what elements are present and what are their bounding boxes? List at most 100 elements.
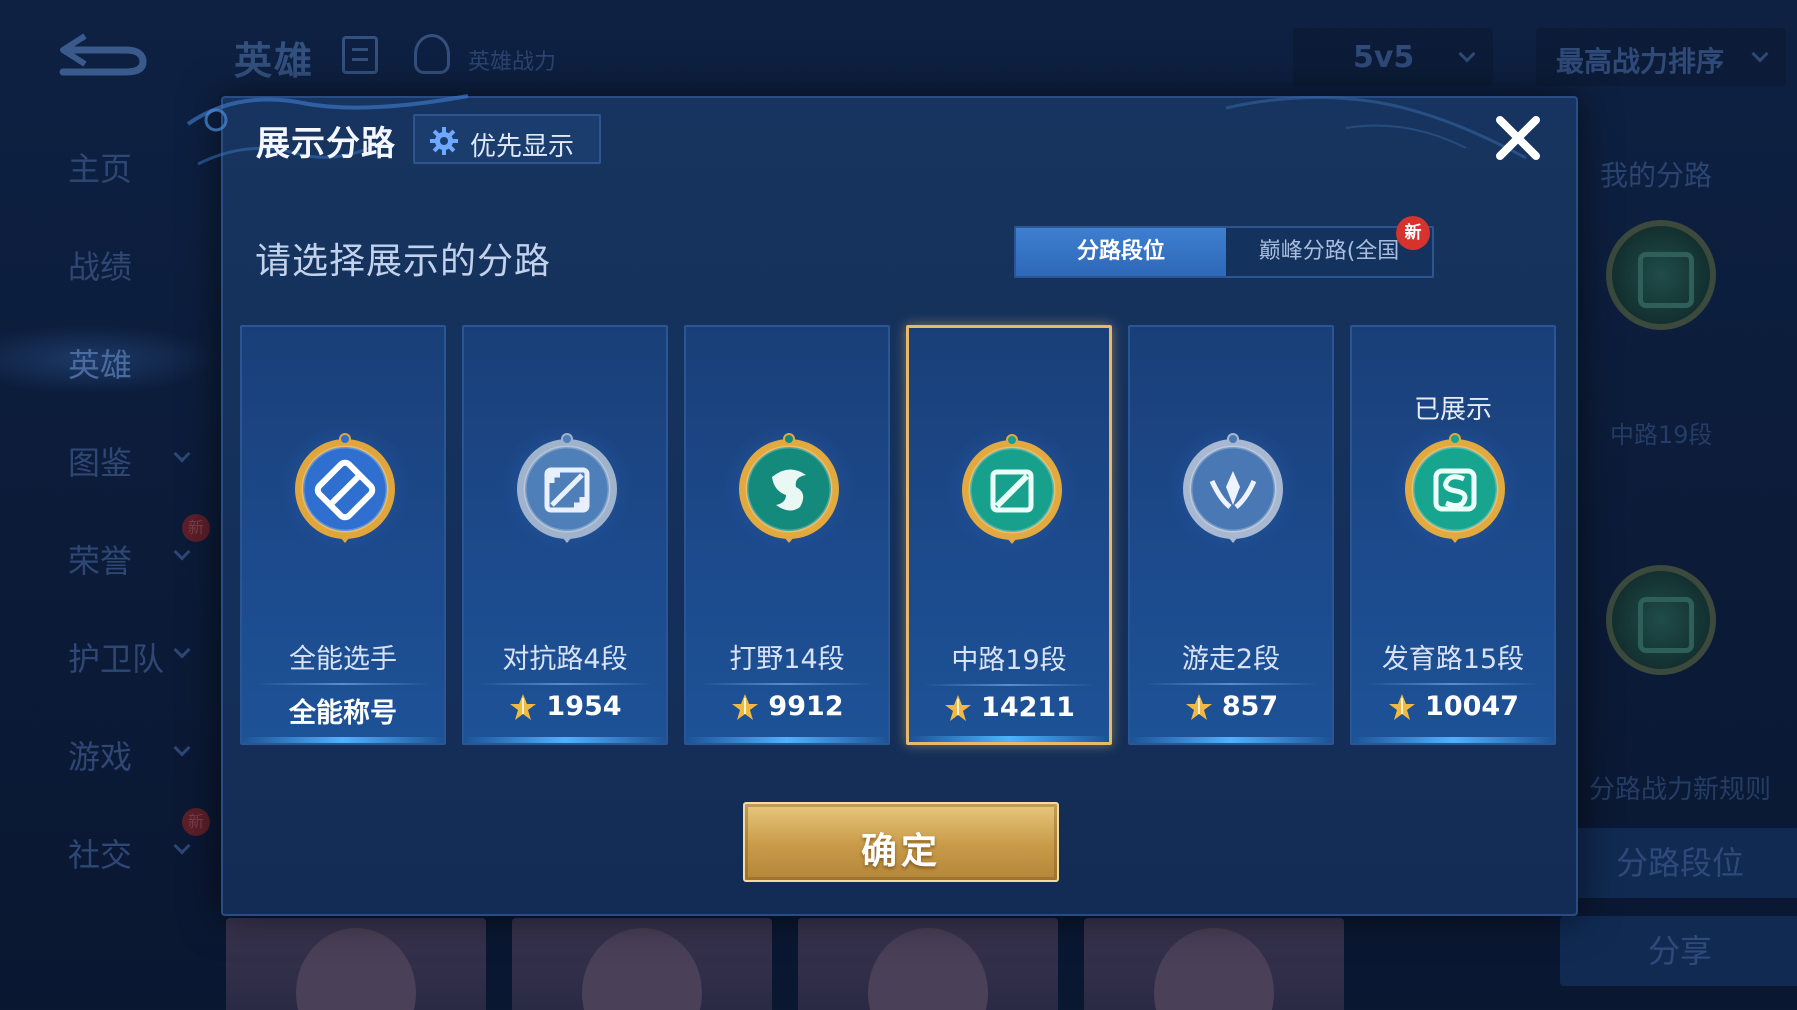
new-badge: 新 (182, 514, 210, 542)
sidebar-item-label: 图鉴 (68, 444, 133, 482)
sidebar-item-label: 社交 (68, 836, 133, 874)
power-score-icon (1185, 693, 1212, 720)
new-badge: 新 (1396, 216, 1430, 250)
lane-card-value-row: 14211 (909, 692, 1109, 732)
sidebar-item[interactable]: 荣誉 新 (0, 514, 220, 590)
lane-card-list: 全能选手 全能称号 对抗路4段 1954 打野14段 9912 中路19段 14211 游走2段… (240, 325, 1560, 745)
priority-display-label: 优先显示 (470, 132, 575, 162)
divider (256, 683, 430, 685)
confirm-label: 确定 (860, 831, 941, 872)
lane-card-name: 发育路15段 (1381, 644, 1525, 675)
hero-power-icon[interactable] (414, 34, 450, 74)
sidebar: 主页 战绩 英雄 图鉴 荣誉新护卫队 游戏 社交新 (0, 110, 220, 1010)
divider (478, 683, 652, 685)
roam-emblem-icon (1183, 433, 1283, 543)
lane-card-value: 857 (1221, 691, 1279, 722)
sidebar-item[interactable]: 游戏 (0, 716, 220, 786)
divider (700, 683, 874, 685)
mode-select-value: 5v5 (1353, 40, 1415, 75)
chevron-down-icon (173, 739, 191, 757)
divider (1144, 683, 1318, 685)
mode-select[interactable]: 5v5 (1293, 28, 1493, 86)
chevron-down-icon (173, 445, 191, 463)
lane-card[interactable]: 对抗路4段 1954 (462, 325, 668, 745)
hero-card[interactable] (798, 918, 1058, 1010)
power-score-icon (510, 693, 537, 720)
chevron-down-icon (1751, 45, 1769, 63)
lane-card-value-row: 857 (1130, 691, 1332, 731)
lane-card-name: 全能选手 (289, 644, 397, 675)
tab-lane-rank[interactable]: 分路段位 (1016, 228, 1226, 276)
sidebar-item-label: 游戏 (68, 738, 133, 776)
lane-card-value: 14211 (981, 692, 1075, 723)
lane-card[interactable]: 已展示发育路15段 10047 (1350, 325, 1556, 745)
lane-card[interactable]: 全能选手 全能称号 (240, 325, 446, 745)
confirm-button[interactable]: 确定 (743, 802, 1059, 882)
mid-lane-badge-icon (1606, 220, 1716, 330)
lane-card-value-row: 9912 (686, 691, 888, 731)
my-lane-rank: 中路19段 (1610, 421, 1713, 449)
lane-rank-button[interactable]: 分路段位 (1560, 828, 1797, 898)
sort-select[interactable]: 最高战力排序 (1536, 28, 1786, 86)
power-score-icon (732, 693, 759, 720)
gear-icon (430, 127, 458, 155)
lane-card-name: 打野14段 (729, 644, 845, 675)
hero-card[interactable] (512, 918, 772, 1010)
dialog-title: 展示分路 (256, 124, 396, 164)
lane-card[interactable]: 中路19段 14211 (906, 325, 1112, 745)
jungle-emblem-icon (739, 433, 839, 543)
power-score-icon (1389, 693, 1416, 720)
display-lane-dialog: 展示分路 优先显示 请选择展示的分路 分路段位 巅峰分路(全国 新 全能选手全能… (186, 94, 1578, 916)
mid-emblem-icon (962, 434, 1062, 544)
chevron-down-icon (1458, 45, 1476, 63)
farm-emblem-icon (1405, 433, 1505, 543)
sidebar-item[interactable]: 图鉴 (0, 422, 220, 492)
sidebar-item-label: 荣誉 (68, 542, 133, 580)
my-lane-panel: 我的分路 中路19段 分路战力新规则 分路段位 分享 (1540, 110, 1797, 1010)
lane-card-value: 9912 (768, 691, 844, 722)
displayed-status: 已展示 (1413, 395, 1492, 425)
sidebar-item[interactable]: 战绩 (0, 226, 220, 296)
sidebar-item[interactable]: 护卫队 (0, 618, 220, 688)
lane-card-name: 中路19段 (951, 645, 1067, 676)
priority-display-button[interactable]: 优先显示 (413, 114, 601, 164)
hero-power-label[interactable]: 英雄战力 (468, 44, 556, 76)
lane-card-name: 对抗路4段 (502, 644, 628, 675)
sidebar-item-label: 战绩 (68, 248, 133, 286)
clash-emblem-icon (517, 433, 617, 543)
sidebar-item-label: 护卫队 (68, 640, 165, 678)
share-button[interactable]: 分享 (1560, 916, 1797, 986)
sidebar-item[interactable]: 主页 (0, 128, 220, 198)
new-badge: 新 (182, 808, 210, 836)
chevron-down-icon (173, 641, 191, 659)
chevron-down-icon (173, 837, 191, 855)
lane-card-value: 10047 (1425, 691, 1519, 722)
lane-card-value: 1954 (546, 691, 622, 722)
list-icon[interactable] (342, 36, 378, 74)
lane-card-value: 全能称号 (289, 698, 397, 729)
hero-card[interactable] (226, 918, 486, 1010)
lane-card[interactable]: 游走2段 857 (1128, 325, 1334, 745)
sidebar-item[interactable]: 社交 新 (0, 808, 220, 884)
lane-rules-link[interactable]: 分路战力新规则 (1560, 765, 1797, 815)
hero-list (226, 918, 1346, 1010)
dialog-subtitle: 请选择展示的分路 (255, 241, 552, 282)
my-lane-title: 我的分路 (1600, 159, 1713, 192)
divider (923, 684, 1095, 686)
lane-card[interactable]: 打野14段 9912 (684, 325, 890, 745)
back-arrow-icon[interactable] (55, 28, 150, 78)
page-title: 英雄 (234, 39, 315, 83)
hero-card[interactable] (1084, 918, 1344, 1010)
lane-card-value-row: 全能称号 (242, 691, 444, 731)
lane-card-name: 游走2段 (1181, 644, 1281, 675)
chevron-down-icon (173, 543, 191, 561)
divider (1366, 683, 1540, 685)
lane-tab-switch: 分路段位 巅峰分路(全国 新 (1014, 216, 1434, 278)
sidebar-item-label: 主页 (68, 150, 133, 188)
lane-card-value-row: 10047 (1352, 691, 1554, 731)
close-icon[interactable] (1490, 110, 1546, 166)
sidebar-item-label: 英雄 (68, 346, 133, 384)
sort-select-value: 最高战力排序 (1556, 45, 1725, 78)
sidebar-item[interactable]: 英雄 (0, 324, 220, 394)
all-round-emblem-icon (295, 433, 395, 543)
